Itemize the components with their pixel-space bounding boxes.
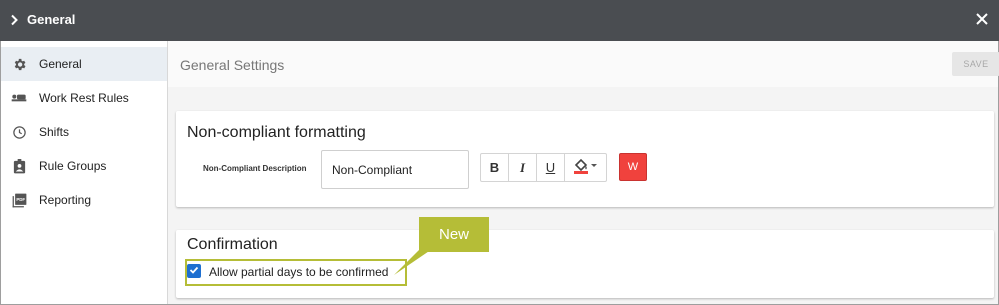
sidebar-item-reporting[interactable]: PDF Reporting <box>1 183 167 217</box>
panel-title: General <box>27 12 76 27</box>
new-callout: New <box>419 217 489 252</box>
checkmark-icon <box>189 262 199 280</box>
format-preview-swatch[interactable]: W <box>619 153 647 181</box>
bold-button[interactable]: B <box>481 154 509 181</box>
section-title: Confirmation <box>187 236 278 253</box>
svg-text:PDF: PDF <box>16 197 25 202</box>
sidebar-item-label: Reporting <box>39 193 92 207</box>
chevron-right-icon[interactable] <box>9 11 23 29</box>
sidebar-item-label: Work Rest Rules <box>39 91 129 105</box>
paint-bucket-icon <box>573 158 599 177</box>
bed-icon <box>11 90 27 106</box>
badge-icon <box>11 158 27 174</box>
sidebar-item-label: Rule Groups <box>39 159 107 173</box>
top-bar: General <box>0 0 999 41</box>
noncompliant-formatting-card: Non-compliant formatting Non-Compliant D… <box>176 111 994 207</box>
checkbox-label: Allow partial days to be confirmed <box>209 265 389 279</box>
section-title: Non-compliant formatting <box>187 124 366 141</box>
sidebar-item-general[interactable]: General <box>1 47 167 81</box>
sidebar-item-work-rest-rules[interactable]: Work Rest Rules <box>1 81 167 115</box>
sidebar-item-rule-groups[interactable]: Rule Groups <box>1 149 167 183</box>
fill-color-button[interactable] <box>565 154 606 181</box>
allow-partial-days-checkbox[interactable] <box>187 264 201 278</box>
format-toolbar: B I U <box>480 153 607 182</box>
noncompliant-description-input[interactable] <box>321 150 469 189</box>
underline-button[interactable]: U <box>537 154 565 181</box>
save-button[interactable]: SAVE <box>952 52 999 76</box>
field-label: Non-Compliant Description <box>203 164 307 173</box>
page-title: General Settings <box>180 57 285 73</box>
close-icon[interactable] <box>974 11 990 27</box>
sidebar: General Work Rest Rules Shifts Rule Grou… <box>1 41 168 304</box>
sidebar-item-label: General <box>39 57 82 71</box>
gear-icon <box>11 56 27 72</box>
italic-button[interactable]: I <box>509 154 537 181</box>
confirmation-card: Confirmation Allow partial days to be co… <box>176 230 994 298</box>
pdf-icon: PDF <box>11 192 27 208</box>
sidebar-item-shifts[interactable]: Shifts <box>1 115 167 149</box>
clock-icon <box>11 124 27 140</box>
main-content: General Settings SAVE Non-compliant form… <box>168 41 999 304</box>
sidebar-item-label: Shifts <box>39 125 70 139</box>
main-header: General Settings SAVE <box>168 41 999 87</box>
